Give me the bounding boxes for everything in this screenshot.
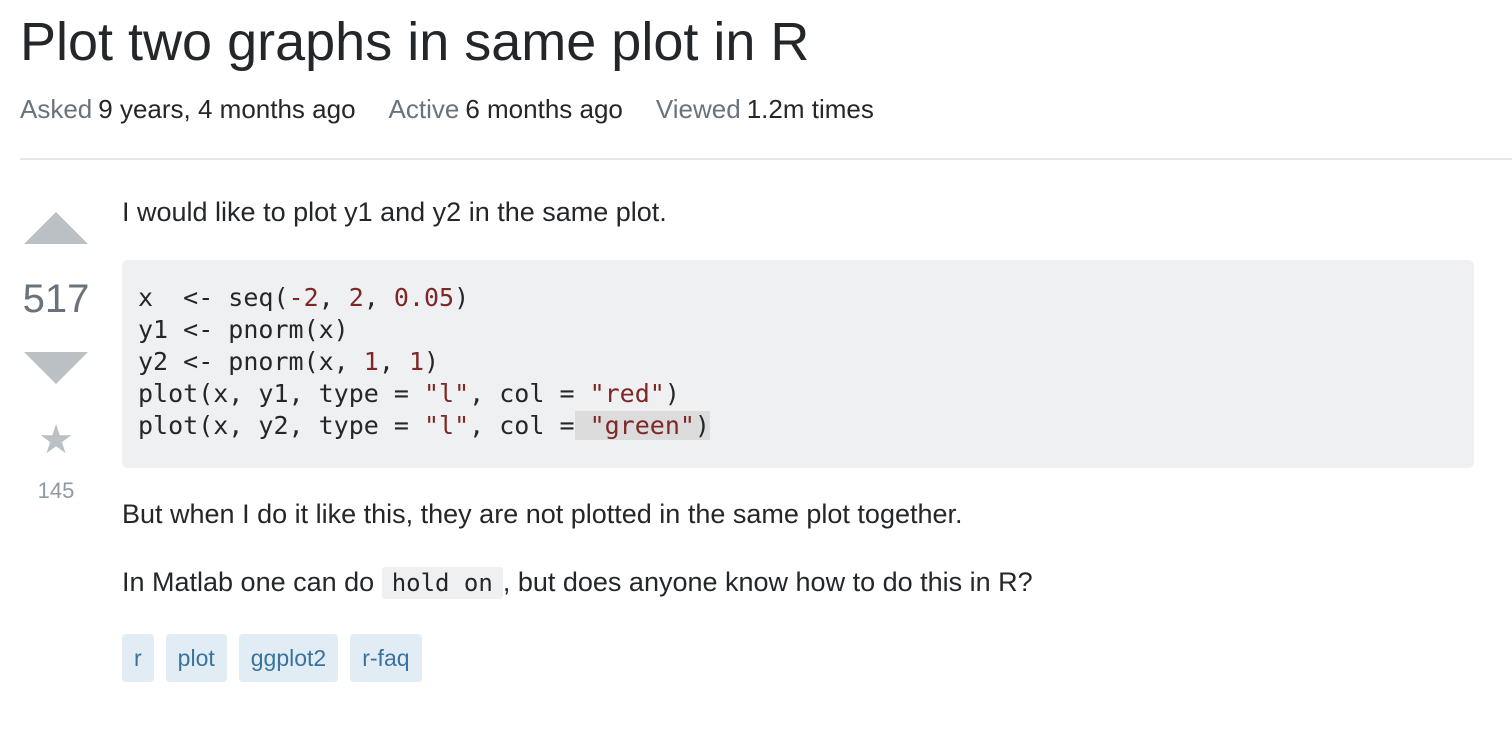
code-number: 1	[408, 347, 425, 376]
favorite-count: 145	[37, 478, 75, 503]
post-paragraph-intro: I would like to plot y1 and y2 in the sa…	[122, 197, 667, 227]
code-token: )	[424, 347, 440, 376]
code-token: x <- seq(	[138, 283, 289, 312]
code-token: y1 <- pnorm(x)	[138, 315, 349, 344]
meta-active-label: Active	[388, 94, 460, 124]
meta-asked-value[interactable]: 9 years, 4 months ago	[98, 94, 355, 124]
code-token: )	[454, 283, 470, 312]
code-token: ,	[318, 283, 349, 312]
code-token: y2 <- pnorm(x,	[138, 347, 364, 376]
code-string: "red"	[589, 379, 665, 408]
meta-active-value[interactable]: 6 months ago	[465, 94, 623, 124]
code-token: , col =	[469, 379, 590, 408]
paragraph-text: , but does anyone know how to do this in…	[502, 567, 1033, 597]
post-tags: r plot ggplot2 r-faq	[122, 634, 434, 682]
code-string: "green"	[589, 411, 695, 440]
star-icon[interactable]: ★	[20, 420, 92, 460]
post-paragraph-question: In Matlab one can do hold on, but does a…	[122, 562, 1033, 603]
code-token: ,	[363, 283, 394, 312]
tag-r-faq[interactable]: r-faq	[350, 634, 422, 682]
code-token: , col =	[469, 411, 575, 440]
code-token: plot(x, y1, type =	[138, 379, 424, 408]
code-token: plot(x, y2, type =	[138, 411, 424, 440]
code-selection: "green")	[574, 411, 710, 440]
tag-ggplot2[interactable]: ggplot2	[238, 634, 339, 682]
question-page: Plot two graphs in same plot in R Asked 9…	[0, 0, 1512, 730]
code-text: x <- seq(-2, 2, 0.05) y1 <- pnorm(x) y2 …	[138, 282, 1458, 442]
code-number: 1	[363, 347, 379, 376]
code-token: )	[664, 379, 680, 408]
question-title[interactable]: Plot two graphs in same plot in R	[20, 10, 809, 74]
downvote-arrow-icon[interactable]	[24, 352, 88, 384]
code-number: 2	[348, 283, 364, 312]
code-string: "l"	[423, 411, 470, 440]
paragraph-text: In Matlab one can do	[122, 567, 382, 597]
meta-asked: Asked 9 years, 4 months ago	[20, 94, 356, 124]
inline-code: hold on	[381, 567, 503, 599]
upvote-arrow-icon[interactable]	[24, 212, 88, 244]
code-number: -2	[288, 283, 319, 312]
code-token: )	[694, 411, 710, 440]
header-divider	[20, 158, 1512, 160]
code-block[interactable]: x <- seq(-2, 2, 0.05) y1 <- pnorm(x) y2 …	[122, 260, 1474, 468]
meta-viewed-value: 1.2m times	[746, 94, 874, 124]
code-string: "l"	[423, 379, 470, 408]
tag-plot[interactable]: plot	[165, 634, 227, 682]
meta-viewed: Viewed 1.2m times	[656, 94, 874, 124]
code-token: ,	[378, 347, 409, 376]
meta-active: Active 6 months ago	[389, 94, 623, 124]
code-number: 0.05	[393, 283, 455, 312]
question-meta: Asked 9 years, 4 months ago Active 6 month…	[20, 94, 907, 124]
tag-r[interactable]: r	[122, 634, 154, 682]
vote-count: 517	[22, 277, 90, 321]
post-paragraph-problem: But when I do it like this, they are not…	[122, 499, 963, 529]
meta-viewed-label: Viewed	[655, 94, 741, 124]
meta-asked-label: Asked	[20, 94, 93, 124]
